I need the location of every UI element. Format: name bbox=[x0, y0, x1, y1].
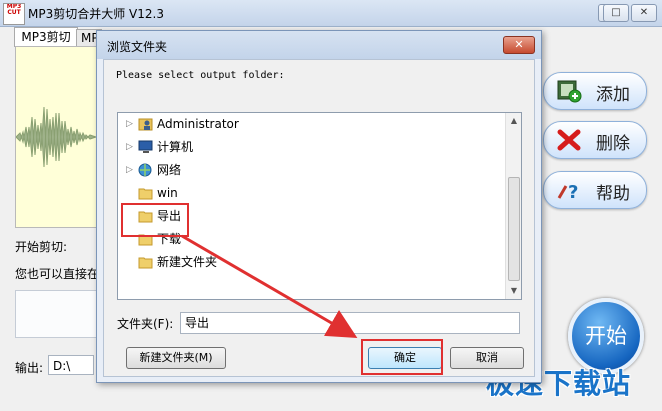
expand-arrow-icon[interactable]: ▷ bbox=[126, 115, 136, 133]
tree-node-computer[interactable]: ▷ 计算机 bbox=[126, 138, 496, 156]
cancel-button[interactable]: 取消 bbox=[450, 347, 524, 369]
svg-text:?: ? bbox=[568, 182, 578, 202]
expand-arrow-icon[interactable]: ▷ bbox=[126, 161, 136, 179]
start-cut-label: 开始剪切: bbox=[15, 240, 68, 254]
help-button[interactable]: ? 帮助 bbox=[543, 171, 647, 209]
add-file-icon bbox=[557, 80, 582, 103]
delete-x-icon bbox=[557, 129, 581, 151]
maximize-button[interactable]: □ bbox=[603, 4, 629, 22]
app-title: MP3剪切合并大师 V12.3 bbox=[28, 7, 164, 21]
scroll-down-icon[interactable]: ▼ bbox=[506, 283, 521, 299]
dialog-titlebar: 浏览文件夹 ✕ bbox=[97, 31, 541, 59]
ok-button-highlight bbox=[361, 339, 443, 375]
folder-icon bbox=[138, 257, 153, 269]
user-folder-icon bbox=[138, 118, 153, 131]
new-folder-button[interactable]: 新建文件夹(M) bbox=[126, 347, 226, 369]
folder-input[interactable]: 导出 bbox=[180, 312, 520, 334]
output-label: 输出: bbox=[15, 361, 44, 375]
dialog-close-button[interactable]: ✕ bbox=[503, 36, 535, 54]
tree-node-win[interactable]: win bbox=[126, 184, 496, 202]
expand-arrow-icon[interactable]: ▷ bbox=[126, 138, 136, 156]
tip-label: 您也可以直接在 bbox=[15, 267, 100, 281]
scroll-up-icon[interactable]: ▲ bbox=[506, 113, 521, 129]
selected-folder-highlight bbox=[121, 203, 189, 237]
tree-scrollbar[interactable]: ▲ ▼ bbox=[505, 113, 521, 299]
dialog-title: 浏览文件夹 bbox=[107, 40, 168, 54]
tree-node-new-folder[interactable]: 新建文件夹 bbox=[126, 253, 496, 271]
close-button[interactable]: ✕ bbox=[631, 4, 657, 22]
tree-node-label: 网络 bbox=[157, 163, 182, 177]
folder-icon bbox=[138, 188, 153, 200]
computer-icon bbox=[138, 140, 153, 153]
main-titlebar: MP3 CUT MP3剪切合并大师 V12.3 ▁ □ ✕ bbox=[0, 0, 662, 27]
waveform-graphic bbox=[16, 106, 96, 168]
tree-node-label: 计算机 bbox=[157, 140, 194, 154]
tree-node-label: win bbox=[157, 186, 178, 200]
drop-area[interactable] bbox=[15, 290, 97, 338]
tree-node-network[interactable]: ▷ 网络 bbox=[126, 161, 496, 179]
delete-button[interactable]: 删除 bbox=[543, 121, 647, 159]
app-logo: MP3 CUT bbox=[3, 3, 25, 25]
add-button-label: 添加 bbox=[596, 85, 630, 105]
folder-label: 文件夹(F): bbox=[117, 317, 174, 331]
output-path-field[interactable]: D:\ bbox=[48, 355, 94, 375]
network-globe-icon bbox=[138, 163, 152, 177]
tree-node-label: Administrator bbox=[157, 117, 239, 131]
help-question-icon: ? bbox=[557, 182, 578, 202]
waveform-display[interactable] bbox=[15, 46, 97, 228]
delete-button-label: 删除 bbox=[596, 134, 630, 154]
help-button-label: 帮助 bbox=[596, 184, 630, 204]
tab-mp3-cut[interactable]: MP3剪切 bbox=[14, 27, 78, 47]
add-button[interactable]: 添加 bbox=[543, 72, 647, 110]
scroll-thumb[interactable] bbox=[508, 177, 520, 281]
tree-node-administrator[interactable]: ▷ Administrator bbox=[126, 115, 496, 133]
dialog-prompt: Please select output folder: bbox=[116, 70, 285, 81]
tree-node-label: 新建文件夹 bbox=[157, 255, 218, 269]
